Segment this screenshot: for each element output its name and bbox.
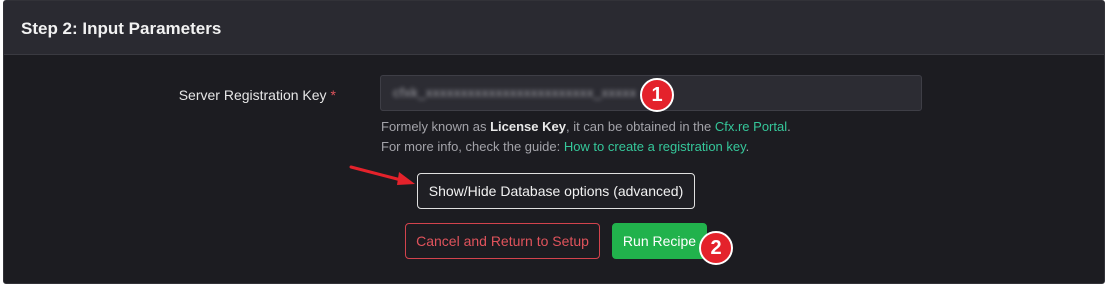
card-header: Step 2: Input Parameters <box>4 1 1104 55</box>
annotation-badge-1: 1 <box>640 78 674 112</box>
help-middle: , it can be obtained in the <box>565 119 715 134</box>
show-hide-database-options-button[interactable]: Show/Hide Database options (advanced) <box>417 173 695 209</box>
required-asterisk: * <box>330 87 336 103</box>
server-registration-key-label: Server Registration Key * <box>179 86 336 104</box>
guide-prefix: For more info, check the guide: <box>381 139 564 154</box>
cfx-portal-link[interactable]: Cfx.re Portal <box>715 119 787 134</box>
registration-key-guide-link[interactable]: How to create a registration key <box>564 139 746 154</box>
license-key-bold: License Key <box>490 119 566 134</box>
guide-suffix: . <box>745 139 750 154</box>
help-suffix: . <box>787 119 791 134</box>
card-title: Step 2: Input Parameters <box>21 19 222 38</box>
help-text-line-2: For more info, check the guide: How to c… <box>381 139 749 155</box>
key-input-value: cfxk_xxxxxxxxxxxxxxxxxxxxxxxx_xxxxx <box>393 85 637 100</box>
annotation-badge-2: 2 <box>699 231 733 265</box>
label-text: Server Registration Key <box>178 87 327 103</box>
help-prefix: Formely known as <box>381 119 491 134</box>
help-text-line-1: Formely known as License Key, it can be … <box>381 119 791 135</box>
input-parameters-card: Step 2: Input Parameters Server Registra… <box>3 0 1105 284</box>
run-recipe-button[interactable]: Run Recipe <box>612 223 707 259</box>
annotation-arrow-icon <box>349 165 415 185</box>
cancel-return-to-setup-button[interactable]: Cancel and Return to Setup <box>405 223 600 259</box>
